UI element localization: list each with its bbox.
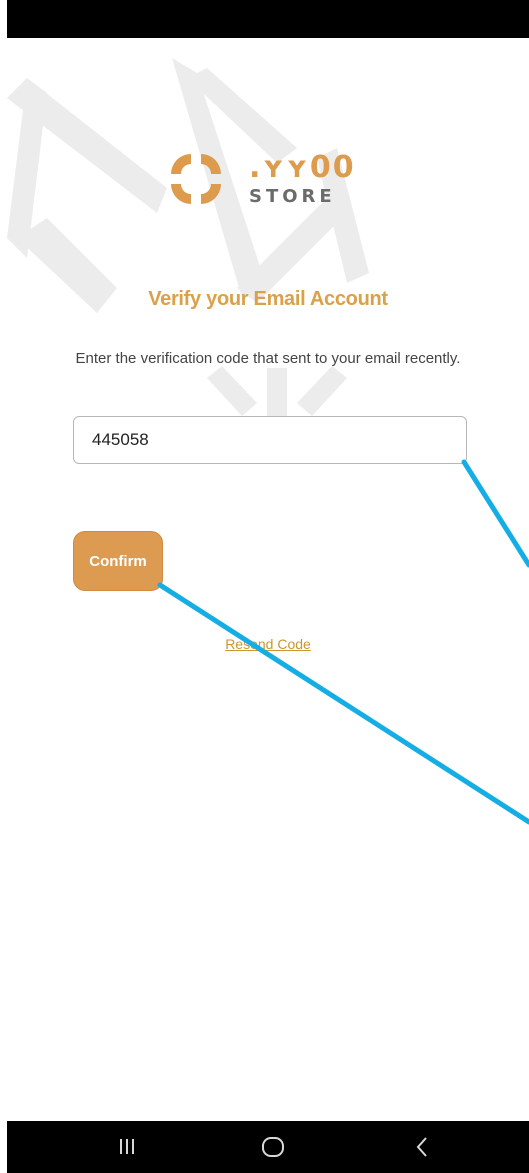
resend-code-link[interactable]: Resend Code	[7, 636, 529, 652]
brand-name: .ʏʏ00	[249, 150, 356, 185]
store-logo: .ʏʏ00 STORE	[167, 150, 377, 210]
resend-code-label: Resend Code	[225, 636, 311, 652]
status-bar	[7, 0, 529, 38]
back-chevron-icon	[416, 1137, 427, 1157]
home-button[interactable]	[233, 1121, 313, 1173]
instructions-text: Enter the verification code that sent to…	[75, 350, 461, 367]
four-petal-logo-icon	[171, 154, 221, 204]
back-button[interactable]	[382, 1121, 462, 1173]
navigation-bar	[7, 1121, 529, 1173]
recent-apps-button[interactable]	[87, 1121, 167, 1173]
confirm-button[interactable]: Confirm	[73, 531, 163, 591]
page-title: Verify your Email Account	[148, 288, 388, 310]
brand-subtitle: STORE	[249, 186, 336, 207]
verify-email-screen: .ʏʏ00 STORE Verify your Email Account En…	[7, 38, 529, 1121]
home-icon	[262, 1137, 284, 1157]
recent-apps-icon	[120, 1139, 134, 1154]
phone-screen: .ʏʏ00 STORE Verify your Email Account En…	[7, 0, 529, 1173]
verification-code-input[interactable]	[73, 416, 467, 464]
